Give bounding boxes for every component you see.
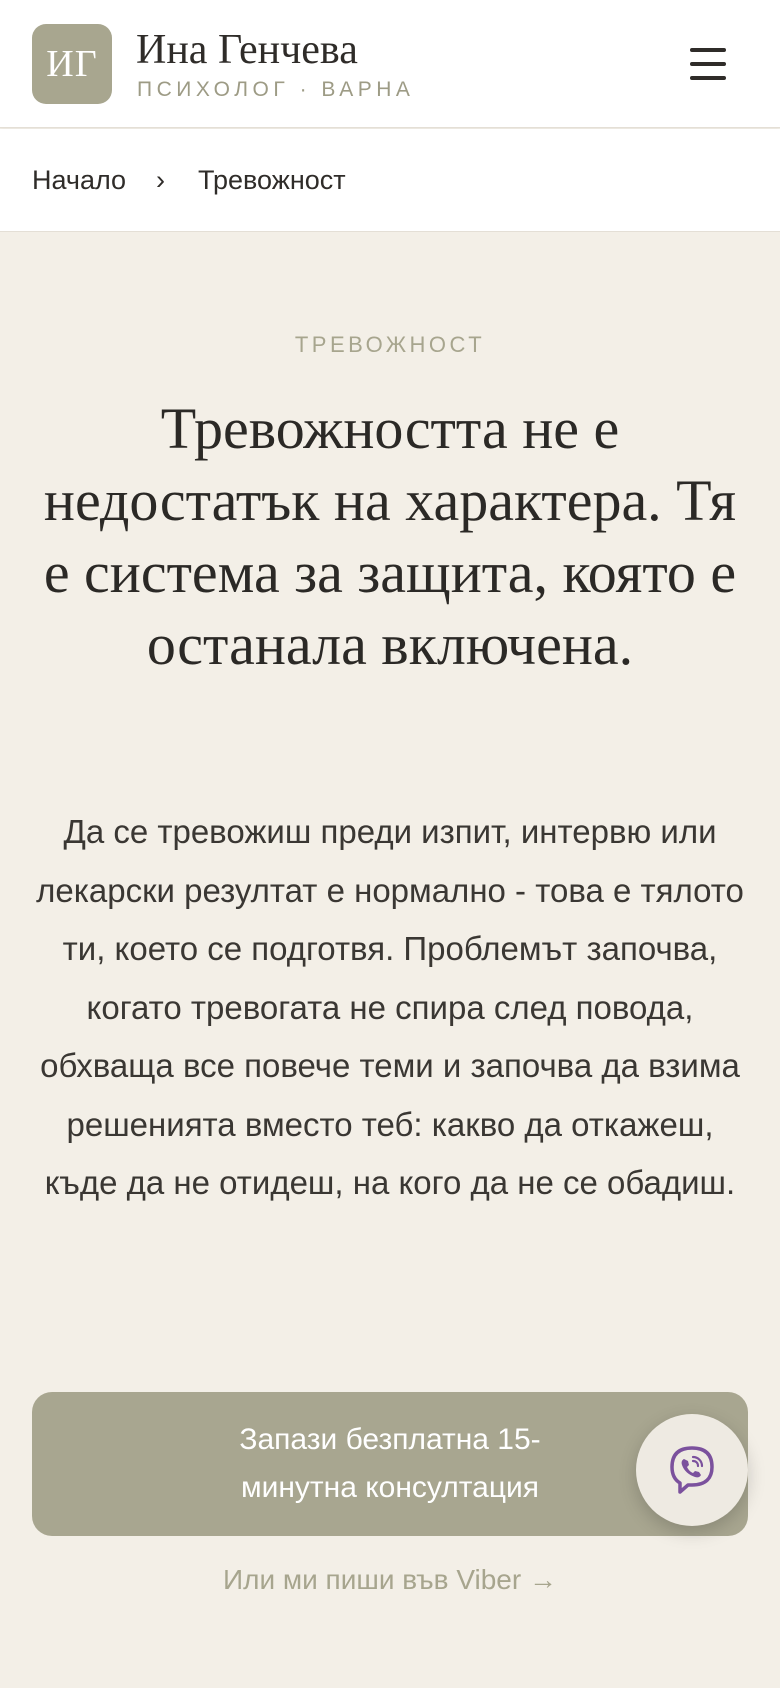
- breadcrumb-home-link[interactable]: Начало: [32, 162, 126, 198]
- intro-paragraph: Да се тревожиш преди изпит, интервю или …: [36, 813, 744, 1201]
- brand-subtitle: ПСИХОЛОГ · ВАРНА: [137, 78, 415, 101]
- site-header: ИГ Ина Генчева ПСИХОЛОГ · ВАРНА: [0, 0, 780, 128]
- viber-fab-button[interactable]: [636, 1414, 748, 1526]
- brand-name[interactable]: Ина Генчева: [136, 24, 358, 76]
- viber-icon: [670, 1446, 714, 1494]
- book-consultation-label: Запази безплатна 15-минутна консултация: [239, 1423, 541, 1504]
- viber-text-link[interactable]: Или ми пиши във Viber →: [0, 1562, 780, 1598]
- page-headline: Тревожността не е недостатък на характер…: [43, 396, 737, 677]
- chevron-right-icon: ›: [156, 165, 165, 195]
- logo-initials: ИГ: [46, 43, 98, 85]
- section-eyebrow: ТРЕВОЖНОСТ: [294, 332, 486, 357]
- breadcrumb-current: Тревожност: [198, 165, 346, 195]
- hamburger-menu-icon[interactable]: [686, 44, 730, 84]
- logo-badge[interactable]: ИГ: [32, 24, 112, 104]
